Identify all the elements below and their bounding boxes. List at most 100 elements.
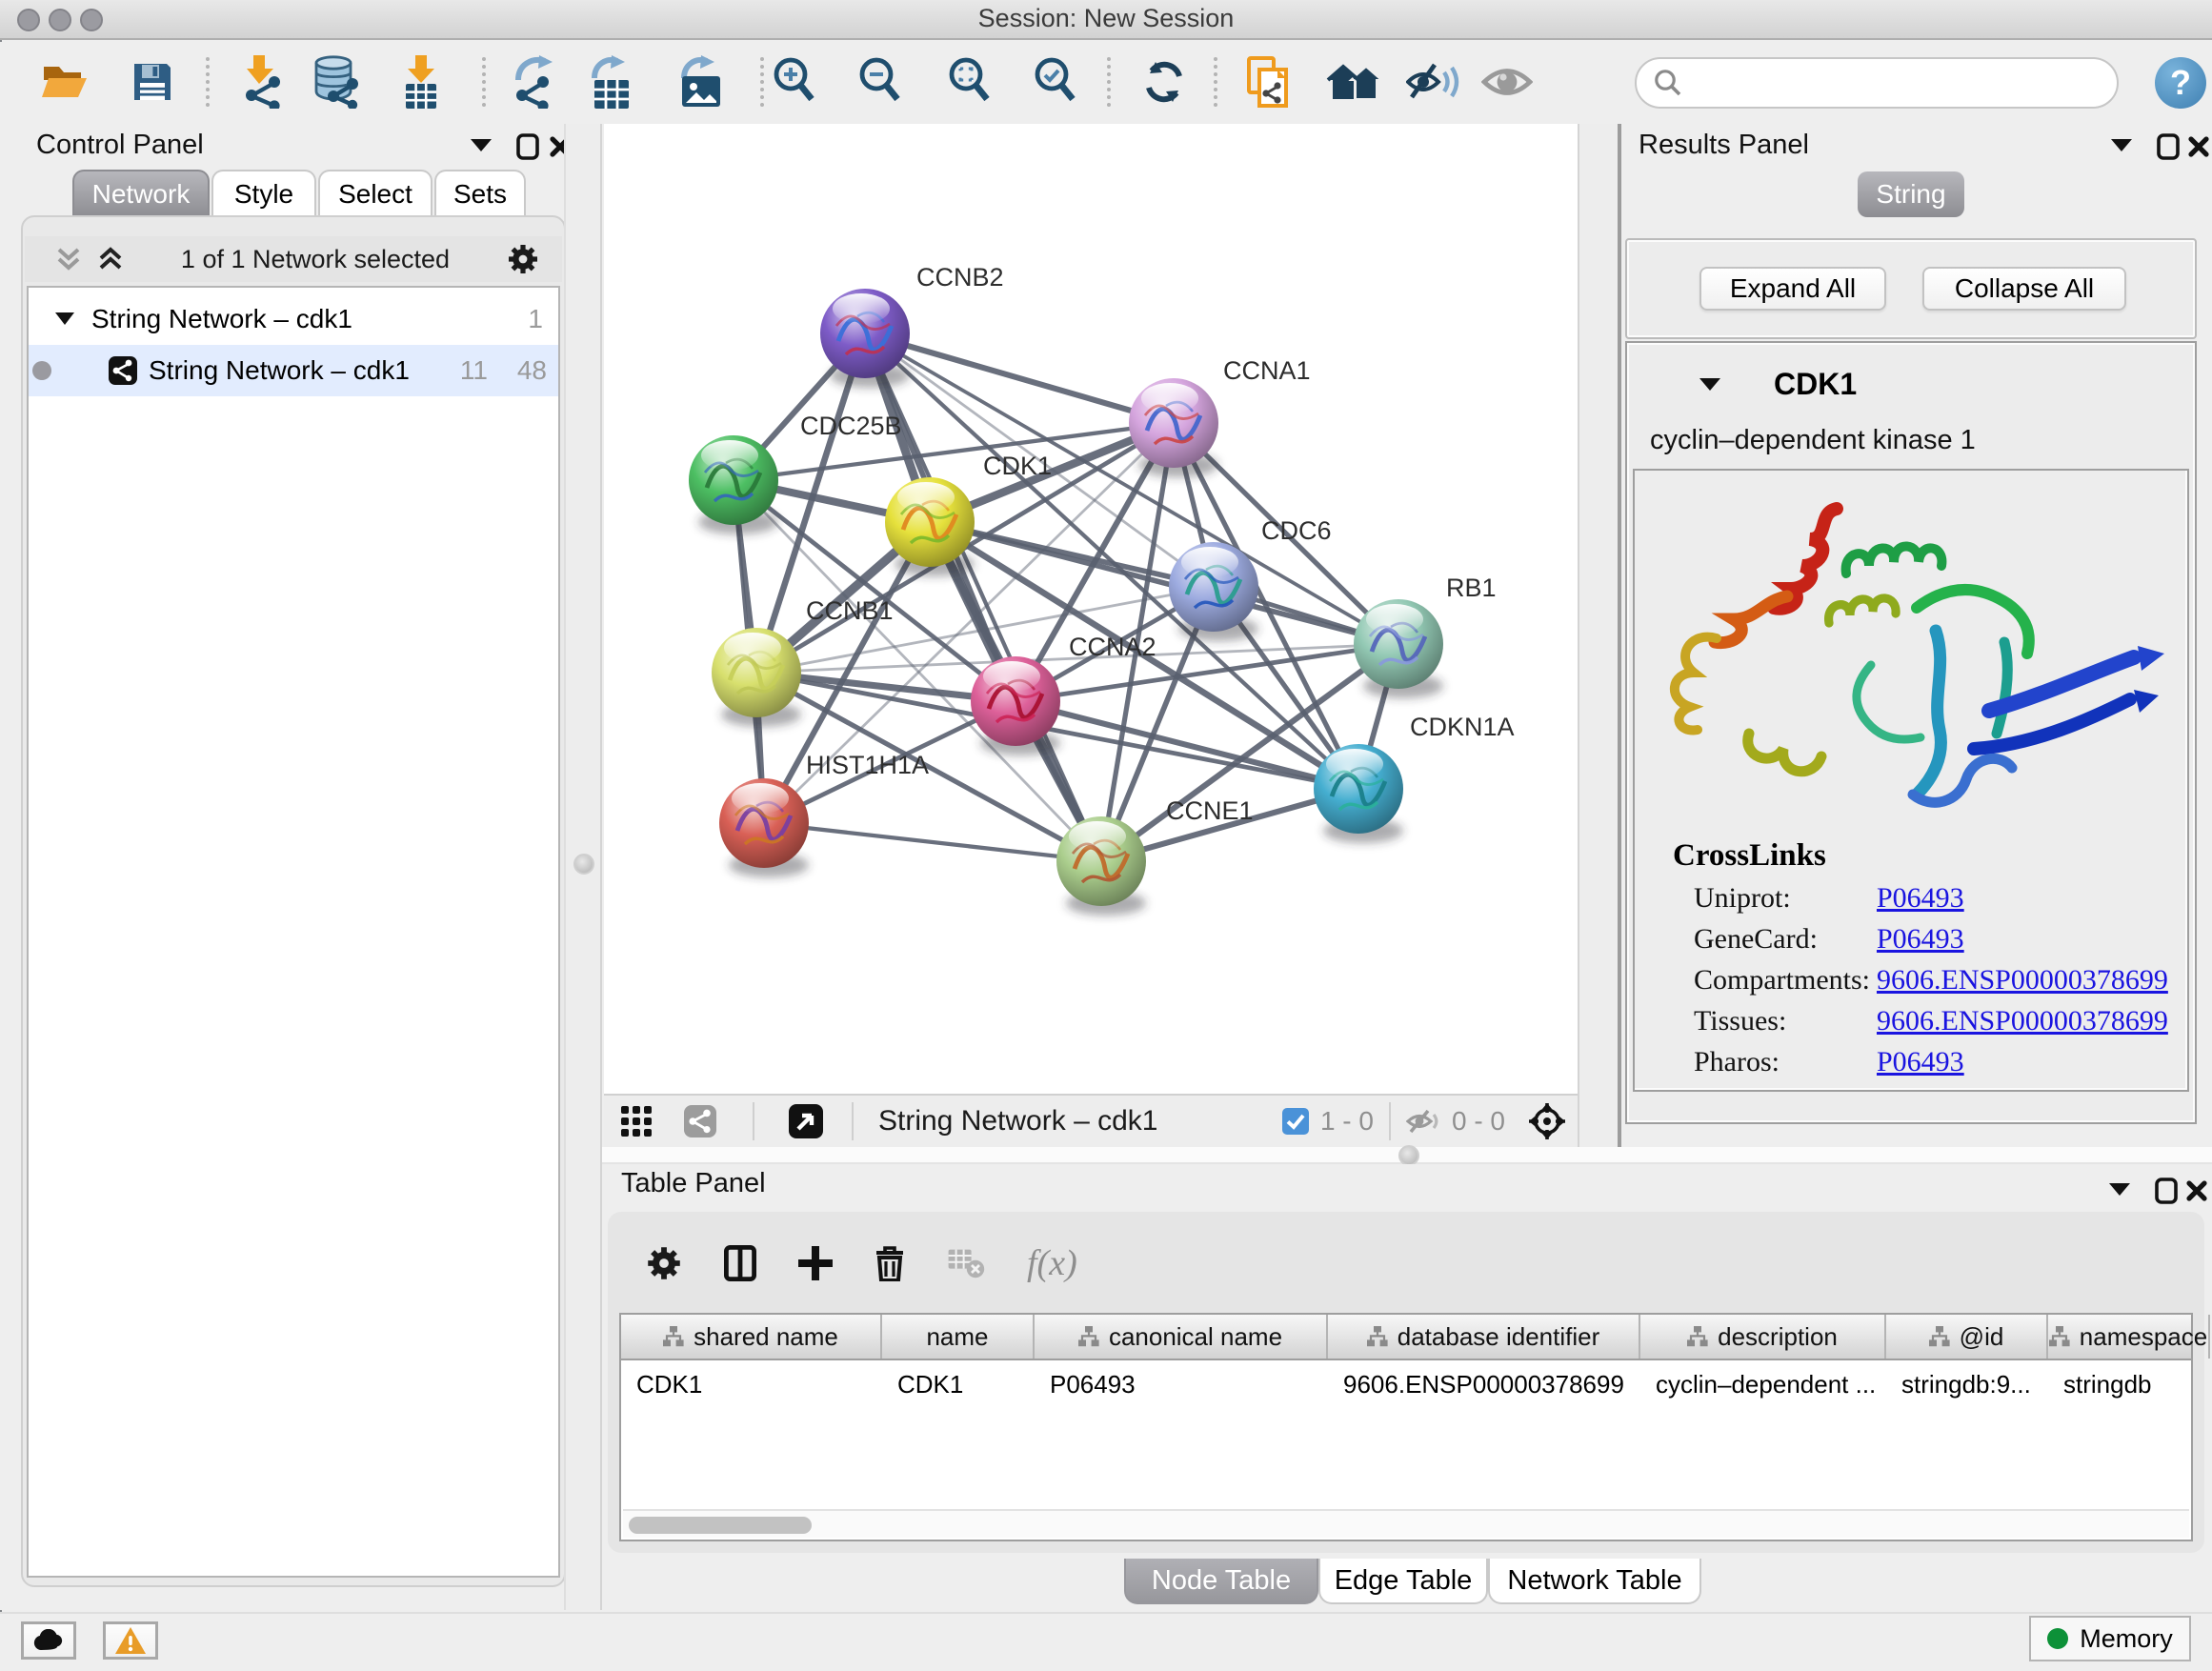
tab-network[interactable]: Network bbox=[72, 170, 210, 217]
network-options-gear-icon[interactable] bbox=[507, 243, 539, 275]
results-panel-float-icon[interactable] bbox=[2157, 133, 2180, 160]
zoom-out-icon[interactable] bbox=[857, 57, 903, 107]
application-window: Session: New Session bbox=[0, 0, 2212, 1671]
network-type-icon[interactable] bbox=[684, 1105, 716, 1137]
network-canvas[interactable]: CCNB2CCNA1CDC25BCDK1CDC6RB1CCNB1CCNA2CDK… bbox=[604, 124, 1578, 1092]
node-CDK1[interactable] bbox=[885, 477, 975, 567]
horizontal-splitter[interactable] bbox=[602, 1147, 2212, 1164]
table-scrollbar-thumb[interactable] bbox=[629, 1517, 812, 1534]
table-cell: CDK1 bbox=[882, 1360, 1035, 1410]
function-builder-button[interactable]: f(x) bbox=[1027, 1242, 1077, 1284]
search-input[interactable] bbox=[1682, 69, 2063, 98]
table-cell: stringdb bbox=[2048, 1360, 2210, 1410]
node-HIST1H1A[interactable] bbox=[719, 778, 809, 868]
zoom-fit-icon[interactable] bbox=[947, 57, 993, 107]
left-splitter[interactable] bbox=[564, 124, 602, 1610]
node-label: CCNA2 bbox=[1069, 633, 1156, 661]
open-session-icon[interactable] bbox=[40, 63, 90, 101]
expand-all-button[interactable]: Expand All bbox=[1699, 267, 1886, 311]
zoom-in-icon[interactable] bbox=[772, 57, 817, 107]
left-splitter-handle[interactable] bbox=[573, 854, 594, 875]
crosslink-value-link[interactable]: P06493 bbox=[1877, 1046, 1964, 1078]
crosslink-label: Uniprot: bbox=[1694, 882, 1877, 915]
home-string-icon[interactable] bbox=[1326, 61, 1383, 103]
node-CCNA2[interactable] bbox=[971, 656, 1060, 746]
collapse-all-networks-icon[interactable] bbox=[55, 246, 82, 272]
horizontal-splitter-handle[interactable] bbox=[1398, 1145, 1419, 1166]
table-panel: Table Panel f(x) shared namenamecanonica… bbox=[602, 1164, 2212, 1610]
network-row[interactable]: String Network – cdk1 11 48 bbox=[29, 345, 558, 396]
warnings-button[interactable] bbox=[103, 1621, 158, 1660]
column-header-database-identifier[interactable]: database identifier bbox=[1328, 1315, 1640, 1359]
node-RB1[interactable] bbox=[1354, 599, 1443, 689]
memory-button[interactable]: Memory bbox=[2029, 1616, 2191, 1661]
export-image-icon[interactable] bbox=[676, 55, 726, 109]
column-header-canonical-name[interactable]: canonical name bbox=[1035, 1315, 1328, 1359]
network-collection-row[interactable]: String Network – cdk1 1 bbox=[29, 293, 558, 345]
column-header-namespace[interactable]: namespace bbox=[2048, 1315, 2210, 1359]
table-panel-menu-icon[interactable] bbox=[2109, 1181, 2130, 1197]
tab-node-table[interactable]: Node Table bbox=[1124, 1559, 1318, 1604]
add-column-icon[interactable] bbox=[798, 1246, 833, 1280]
export-table-icon[interactable] bbox=[589, 55, 634, 109]
save-session-icon[interactable] bbox=[132, 62, 172, 102]
table-options-gear-icon[interactable] bbox=[646, 1245, 682, 1281]
column-header-description[interactable]: description bbox=[1640, 1315, 1886, 1359]
node-CDC6[interactable] bbox=[1169, 542, 1258, 632]
birds-eye-view-icon[interactable] bbox=[1528, 1102, 1566, 1140]
tab-string[interactable]: String bbox=[1858, 171, 1964, 217]
right-splitter[interactable] bbox=[1578, 124, 1621, 1147]
gene-section-header[interactable]: CDK1 bbox=[1627, 343, 2195, 408]
table-panel-close-icon[interactable] bbox=[2185, 1179, 2208, 1202]
delete-table-icon[interactable] bbox=[947, 1248, 985, 1278]
open-in-window-icon[interactable] bbox=[789, 1104, 823, 1138]
refresh-view-icon[interactable] bbox=[1141, 59, 1187, 105]
column-header-name[interactable]: name bbox=[882, 1315, 1035, 1359]
collection-expand-icon[interactable] bbox=[55, 312, 74, 326]
tab-edge-table[interactable]: Edge Table bbox=[1318, 1559, 1488, 1604]
hide-unhide-icon[interactable] bbox=[1406, 59, 1459, 105]
control-panel-menu-icon[interactable] bbox=[471, 137, 492, 152]
column-header--id[interactable]: @id bbox=[1886, 1315, 2048, 1359]
tab-network-table[interactable]: Network Table bbox=[1488, 1559, 1701, 1604]
table-horizontal-scrollbar[interactable] bbox=[623, 1509, 2189, 1538]
crosslink-value-link[interactable]: 9606.ENSP00000378699 bbox=[1877, 964, 2168, 997]
column-header-shared-name[interactable]: shared name bbox=[621, 1315, 882, 1359]
node-CCNE1[interactable] bbox=[1056, 816, 1146, 906]
gene-collapse-icon[interactable] bbox=[1699, 376, 1720, 392]
show-graphics-details-icon[interactable] bbox=[1481, 61, 1533, 103]
collapse-all-button[interactable]: Collapse All bbox=[1922, 267, 2126, 311]
tab-select[interactable]: Select bbox=[318, 170, 432, 217]
node-CDC25B[interactable] bbox=[689, 435, 778, 525]
control-panel-float-icon[interactable] bbox=[516, 133, 539, 160]
cloud-status-button[interactable] bbox=[21, 1621, 76, 1660]
tab-style[interactable]: Style bbox=[211, 170, 316, 217]
expand-all-networks-icon[interactable] bbox=[97, 246, 124, 272]
node-CCNB1[interactable] bbox=[712, 628, 801, 717]
results-panel-menu-icon[interactable] bbox=[2111, 137, 2132, 152]
zoom-selected-icon[interactable] bbox=[1033, 57, 1078, 107]
show-grid-icon[interactable] bbox=[621, 1106, 652, 1137]
node-CCNA1[interactable] bbox=[1129, 378, 1218, 468]
import-table-icon[interactable] bbox=[402, 55, 440, 109]
search-field[interactable] bbox=[1635, 57, 2119, 109]
crosslink-value-link[interactable]: P06493 bbox=[1877, 923, 1964, 956]
selected-nodes-indicator: 1 - 0 bbox=[1282, 1106, 1374, 1137]
crosslinks-title: CrossLinks bbox=[1673, 838, 2187, 874]
import-network-icon[interactable] bbox=[238, 55, 284, 109]
import-network-from-database-icon[interactable] bbox=[312, 55, 362, 109]
results-panel-close-icon[interactable] bbox=[2187, 135, 2210, 158]
node-CDKN1A[interactable] bbox=[1314, 744, 1403, 834]
table-panel-float-icon[interactable] bbox=[2155, 1178, 2178, 1204]
crosslink-value-link[interactable]: 9606.ENSP00000378699 bbox=[1877, 1005, 2168, 1037]
node-CCNB2[interactable] bbox=[820, 289, 910, 378]
table-row[interactable]: CDK1CDK1P064939606.ENSP00000378699cyclin… bbox=[621, 1360, 2191, 1410]
show-columns-icon[interactable] bbox=[724, 1245, 756, 1281]
export-network-icon[interactable] bbox=[513, 55, 562, 109]
tab-sets[interactable]: Sets bbox=[434, 170, 526, 217]
help-button[interactable]: ? bbox=[2155, 57, 2206, 109]
delete-column-icon[interactable] bbox=[875, 1245, 905, 1281]
crosslink-value-link[interactable]: P06493 bbox=[1877, 882, 1964, 915]
clone-network-icon[interactable] bbox=[1246, 55, 1292, 109]
crosslink-row: Tissues:9606.ENSP00000378699 bbox=[1694, 1005, 2187, 1037]
